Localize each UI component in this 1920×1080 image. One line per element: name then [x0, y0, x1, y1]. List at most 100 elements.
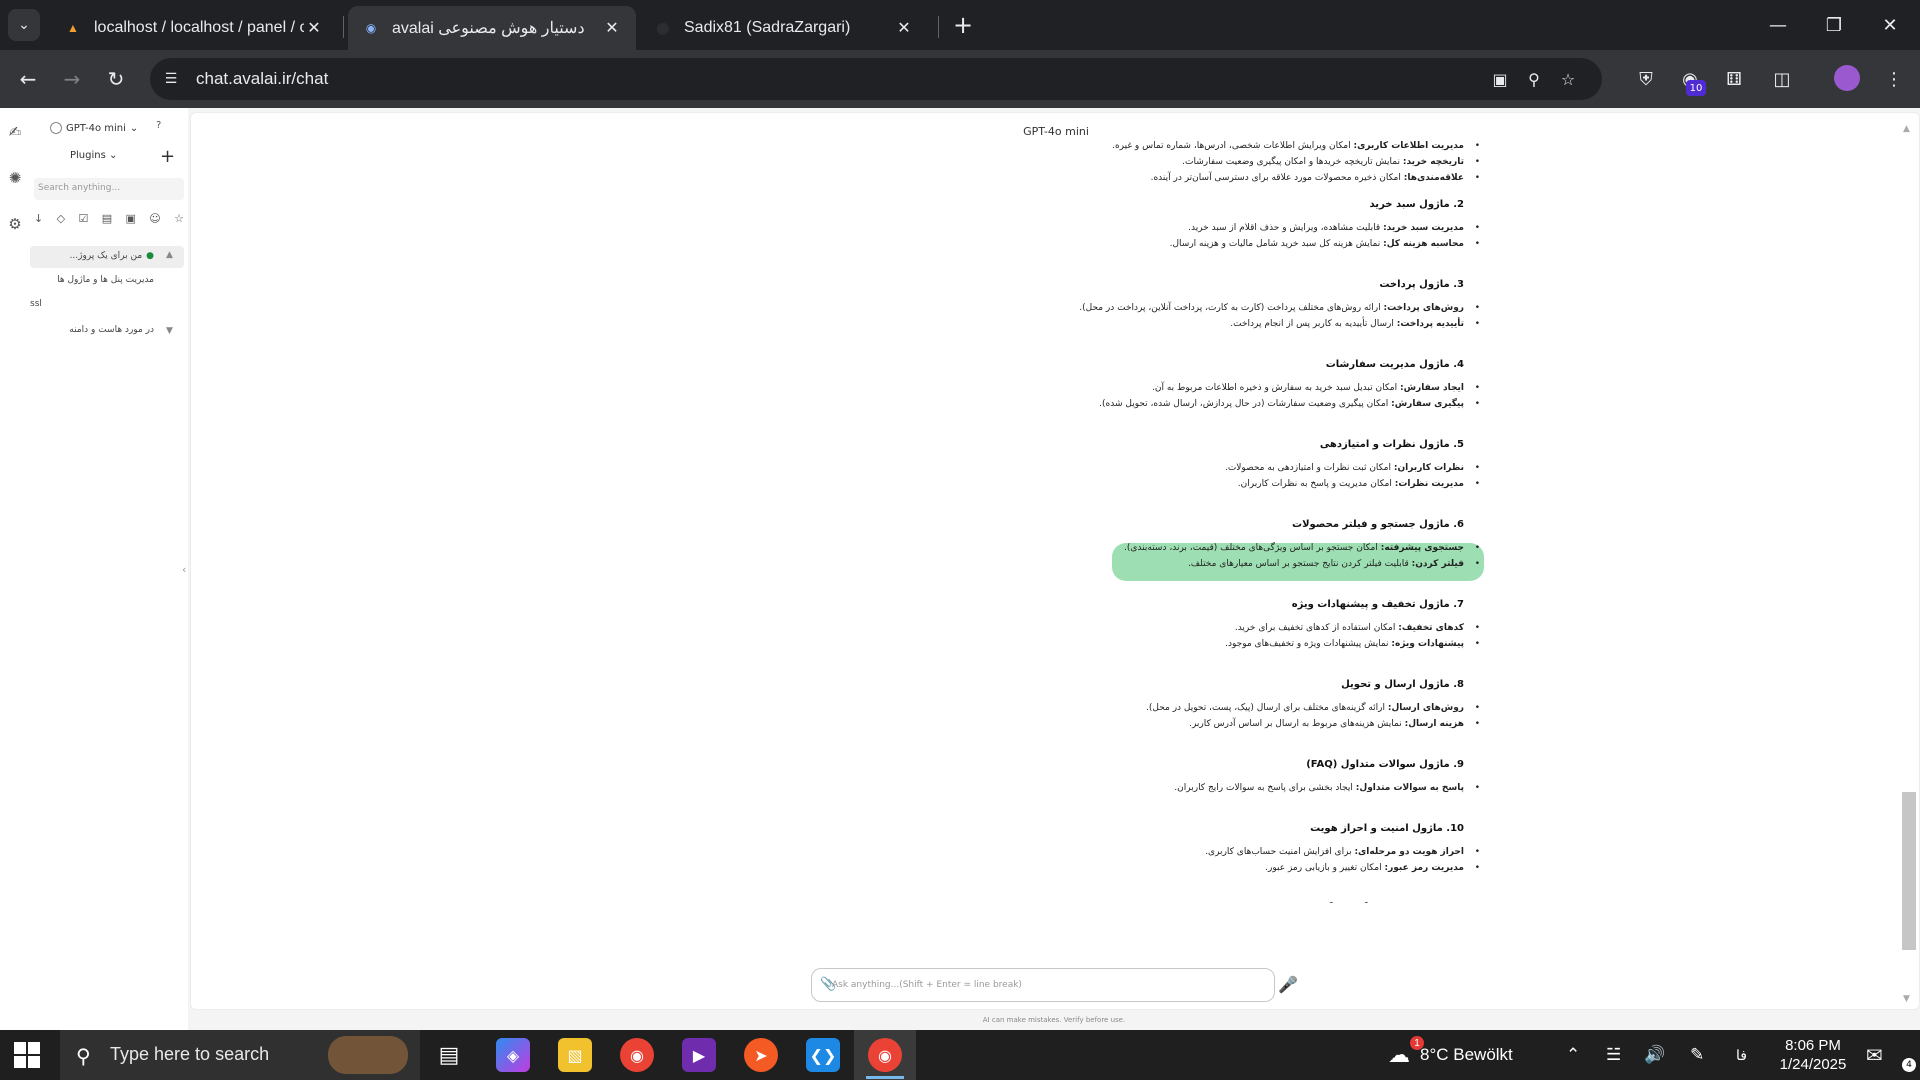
openai-icon[interactable]: ✺: [5, 168, 25, 188]
close-window-button[interactable]: ✕: [1862, 0, 1918, 50]
close-icon[interactable]: ✕: [894, 18, 914, 38]
scroll-up-arrow[interactable]: ▲: [1903, 124, 1910, 134]
extensions-puzzle-icon[interactable]: ◫: [1766, 63, 1798, 95]
tab-phpmyadmin[interactable]: ▲ localhost / localhost / panel / co ✕: [50, 6, 338, 50]
download-icon[interactable]: ↓: [34, 212, 43, 230]
weather-badge: 1: [1410, 1018, 1424, 1068]
network-icon[interactable]: ☱: [1606, 1030, 1621, 1080]
tab-github[interactable]: ⬤ Sadix81 (SadraZargari) ✕: [640, 6, 928, 50]
visual-studio-icon[interactable]: ▶: [682, 1038, 716, 1072]
chat-label: در مورد هاست و دامنه: [69, 325, 154, 335]
model-label: GPT-4o mini: [66, 122, 126, 134]
list-item: پیشنهادات ویژه: نمایش پیشنهادات ویژه و ت…: [1225, 639, 1480, 649]
url-text[interactable]: chat.avalai.ir/chat: [196, 69, 328, 89]
windows-start-button[interactable]: [14, 1042, 40, 1068]
taskbar-search-placeholder: Type here to search: [110, 1044, 270, 1064]
bookmark-star-icon[interactable]: ☆: [1556, 67, 1580, 91]
close-icon[interactable]: ✕: [304, 18, 324, 38]
extension-badge: 10: [1686, 80, 1706, 96]
file-explorer-icon[interactable]: ▧: [558, 1038, 592, 1072]
back-button[interactable]: ←: [12, 63, 44, 95]
task-view-icon[interactable]: ▤: [432, 1038, 466, 1072]
cloud-icon: ☁: [1388, 1042, 1410, 1067]
chat-bubble-icon[interactable]: ✍: [5, 122, 25, 142]
vscode-icon[interactable]: ❮❯: [806, 1038, 840, 1072]
section-heading: 7. ماژول تخفیف و پیشنهادات ویژه: [1291, 599, 1464, 610]
chrome-profile-icon[interactable]: ◉: [868, 1038, 902, 1072]
weather-widget[interactable]: ☁ 8°C Bewölkt: [1388, 1030, 1513, 1080]
notification-center-icon[interactable]: ✉: [1866, 1030, 1883, 1080]
chevron-down-icon[interactable]: ▼: [166, 326, 173, 336]
list-item: کدهای تخفیف: امکان استفاده از کدهای تخفی…: [1235, 623, 1480, 633]
tab-divider: [343, 16, 344, 38]
menu-kebab-icon[interactable]: ⋮: [1878, 63, 1910, 95]
plugins-label: Plugins: [70, 150, 106, 161]
plugins-dropdown[interactable]: Plugins ⌄: [70, 150, 117, 161]
chat-history-item[interactable]: مدیریت پنل ها و ماژول ها: [30, 270, 184, 292]
user-icon[interactable]: ☺: [149, 212, 160, 230]
address-bar[interactable]: ☰ chat.avalai.ir/chat ▣ ⚲ ☆: [150, 58, 1602, 100]
clock-time: 8:06 PM: [1785, 1037, 1841, 1054]
close-icon[interactable]: ✕: [602, 18, 622, 38]
sidebar-search-input[interactable]: Search anything...: [34, 178, 184, 200]
sidebar: GPT-4o mini ⌄ ? Plugins ⌄ + Search anyth…: [30, 108, 188, 1030]
taskbar-search[interactable]: ⚲ Type here to search: [60, 1030, 420, 1080]
database-icon[interactable]: ▤: [102, 212, 112, 230]
list-item: جستجوی پیشرفته: امکان جستجو بر اساس ویژگ…: [1124, 543, 1480, 553]
dice-extension-icon[interactable]: ⚅: [1718, 63, 1750, 95]
forward-button[interactable]: →: [56, 63, 88, 95]
chrome-icon[interactable]: ◉: [620, 1038, 654, 1072]
chat-input[interactable]: [832, 977, 1252, 993]
list-item: علاقه‌مندی‌ها: امکان ذخیره محصولات مورد …: [1151, 173, 1481, 183]
zoom-icon[interactable]: ⚲: [1522, 67, 1546, 91]
new-chat-button[interactable]: +: [160, 146, 175, 167]
scroll-down-arrow[interactable]: ▼: [1903, 994, 1910, 1004]
briefcase-icon[interactable]: ▣: [125, 212, 135, 230]
reload-button[interactable]: ↻: [100, 63, 132, 95]
pen-icon[interactable]: ✎: [1690, 1030, 1704, 1080]
model-selector[interactable]: GPT-4o mini ⌄: [50, 122, 138, 134]
star-icon[interactable]: ☆: [174, 212, 184, 230]
section-heading: 9. ماژول سوالات متداول (FAQ): [1306, 759, 1464, 770]
section-heading: 8. ماژول ارسال و تحویل: [1341, 679, 1464, 690]
microphone-icon[interactable]: 🎤: [1278, 972, 1298, 996]
chevron-up-icon[interactable]: ▲: [166, 250, 173, 260]
plugin-icon[interactable]: ⚙: [5, 214, 25, 234]
collapse-sidebar-icon[interactable]: ‹: [182, 563, 186, 576]
tab-avalai[interactable]: ◉ avalai دستیار هوش مصنوعی ✕: [348, 6, 636, 50]
chat-app: ✍ ✺ ⚙ GPT-4o mini ⌄ ? Plugins ⌄ + Search…: [0, 108, 1920, 1080]
section-heading: 3. ماژول پرداخت: [1379, 279, 1464, 290]
install-app-icon[interactable]: ▣: [1488, 67, 1512, 91]
search-icon: ⚲: [76, 1044, 91, 1068]
chat-input-box[interactable]: 📎: [811, 968, 1275, 1002]
scrollbar-thumb[interactable]: [1902, 792, 1916, 950]
checkbox-icon[interactable]: ☑: [78, 212, 88, 230]
person-icon: ●: [146, 251, 154, 261]
show-hidden-icons-chevron-icon[interactable]: ⌃: [1566, 1030, 1580, 1080]
new-tab-button[interactable]: +: [948, 10, 978, 40]
list-item: تأییدیه پرداخت: ارسال تأییدیه به کاربر پ…: [1230, 319, 1479, 329]
phpmyadmin-icon: ▲: [67, 21, 79, 35]
chat-history-item[interactable]: در مورد هاست و دامنه: [30, 320, 184, 342]
message-content: مدیریت اطلاعات کاربری: امکان ویرایش اطلا…: [650, 141, 1486, 903]
volume-icon[interactable]: 🔊: [1644, 1030, 1665, 1080]
chat-title: GPT-4o mini: [1023, 125, 1089, 138]
copilot-icon[interactable]: ◈: [496, 1038, 530, 1072]
chat-history-item[interactable]: ssl: [30, 294, 184, 316]
section-heading: 4. ماژول مدیریت سفارشات: [1325, 359, 1464, 370]
language-indicator[interactable]: فا: [1736, 1030, 1747, 1080]
system-clock[interactable]: 8:06 PM 1/24/2025: [1768, 1036, 1858, 1074]
diamond-icon[interactable]: ◇: [57, 212, 65, 230]
shield-extension-icon[interactable]: ⛨: [1630, 63, 1662, 95]
site-info-icon[interactable]: ☰: [160, 68, 182, 90]
list-item: مدیریت سبد خرید: قابلیت مشاهده، ویرایش و…: [1188, 223, 1480, 233]
postman-icon[interactable]: ➤: [744, 1038, 778, 1072]
restore-button[interactable]: ❐: [1806, 0, 1862, 50]
help-icon[interactable]: ?: [156, 120, 161, 131]
search-highlight-image: [328, 1036, 408, 1074]
chat-history-item[interactable]: ●من برای یک پروژ...: [30, 246, 184, 268]
notification-count: 4: [1902, 1058, 1916, 1072]
profile-avatar[interactable]: [1834, 65, 1860, 91]
minimize-button[interactable]: —: [1750, 0, 1806, 50]
tab-search-button[interactable]: ⌄: [8, 9, 40, 41]
